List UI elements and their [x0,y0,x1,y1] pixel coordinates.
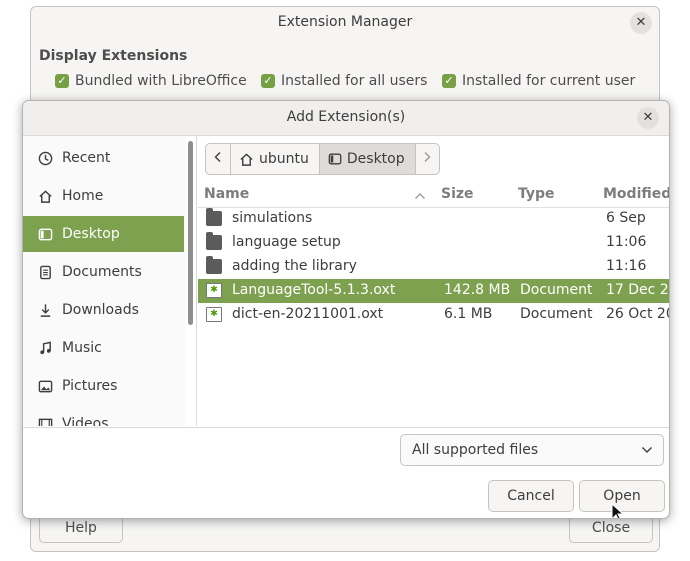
extension-file-icon: ✱ [206,283,222,298]
path-segment-label: ubuntu [259,151,309,167]
file-name: simulations [232,210,313,226]
chevron-right-icon [422,151,432,167]
folder-icon [206,232,222,250]
dialog-title: Add Extension(s) [286,109,406,125]
checkbox-label: Bundled with LibreOffice [75,73,247,89]
extension-manager-titlebar: Extension Manager ✕ [31,7,659,39]
file-list: Name Size Type Modified simulations 6 Se… [198,181,669,427]
mouse-cursor-icon [611,502,625,518]
file-modified: 6 Sep [606,210,646,226]
extension-file-icon: ✱ [206,307,222,322]
pictures-icon [37,378,53,394]
file-modified: 17 Dec 2020 [606,282,669,298]
file-row[interactable]: simulations 6 Sep [198,207,669,231]
sidebar-item-videos[interactable]: Videos [23,406,184,426]
list-divider [23,427,669,428]
file-row[interactable]: ✱ dict-en-20211001.oxt 6.1 MB Document 2… [198,303,669,327]
file-type: Document [520,282,593,298]
path-segment-label: Desktop [346,151,405,167]
file-row[interactable]: adding the library 11:16 [198,255,669,279]
column-header-modified[interactable]: Modified [603,186,669,202]
file-name: dict-en-20211001.oxt [232,306,384,322]
file-name: LanguageTool-5.1.3.oxt [232,282,396,298]
file-size: 6.1 MB [444,306,493,322]
sidebar-item-label: Downloads [62,302,139,318]
checkbox-checked-icon[interactable]: ✓ [261,74,275,88]
path-forward-button[interactable] [415,143,440,175]
path-segment-ubuntu[interactable]: ubuntu [231,143,320,175]
video-icon [37,416,53,426]
checkbox-label: Installed for current user [462,73,636,89]
sidebar-item-label: Desktop [62,226,120,242]
path-back-button[interactable] [205,143,231,175]
filter-current-user[interactable]: ✓ Installed for current user [442,73,635,89]
path-segment-desktop[interactable]: Desktop [319,143,416,175]
sidebar-item-pictures[interactable]: Pictures [23,368,184,404]
sidebar-item-recent[interactable]: Recent [23,140,184,176]
home-icon [37,188,53,204]
sidebar-item-label: Pictures [62,378,118,394]
sidebar-item-label: Videos [62,416,109,426]
folder-icon [206,208,222,226]
path-bar: ubuntu Desktop [205,143,440,175]
sidebar-item-label: Documents [62,264,142,280]
download-icon [37,302,53,318]
window-title: Extension Manager [277,14,413,30]
file-name: adding the library [232,258,357,274]
file-list-header: Name Size Type Modified [198,181,669,208]
sidebar-item-label: Recent [62,150,111,166]
sidebar-divider [196,136,197,426]
sidebar-scrollbar[interactable] [188,141,193,325]
column-header-type[interactable]: Type [518,186,555,202]
chevron-down-icon [641,443,653,457]
sidebar-item-desktop[interactable]: Desktop [23,216,184,252]
clock-icon [37,150,53,166]
file-row[interactable]: language setup 11:06 [198,231,669,255]
checkbox-checked-icon[interactable]: ✓ [442,74,456,88]
sidebar-item-music[interactable]: Music [23,330,184,366]
sidebar-item-documents[interactable]: Documents [23,254,184,290]
file-type-filter-select[interactable]: All supported files [400,434,664,466]
desktop-icon [328,152,342,166]
file-modified: 11:06 [606,234,647,250]
filter-bundled[interactable]: ✓ Bundled with LibreOffice [55,73,247,89]
filter-all-users[interactable]: ✓ Installed for all users [261,73,427,89]
file-modified: 26 Oct 2021 [606,306,669,322]
home-icon [239,152,254,167]
file-type: Document [520,306,593,322]
desktop-icon [37,226,53,242]
close-icon[interactable]: ✕ [630,12,652,34]
dialog-titlebar: Add Extension(s) ✕ [23,101,669,136]
sidebar-item-home[interactable]: Home [23,178,184,214]
places-sidebar: Recent Home Desktop Documents Downloads [23,136,186,426]
file-name: language setup [232,234,341,250]
document-icon [37,264,53,280]
column-header-size[interactable]: Size [441,186,474,202]
folder-icon [206,256,222,274]
sidebar-item-label: Home [62,188,104,204]
section-heading: Display Extensions [39,48,188,64]
music-icon [37,340,53,356]
close-icon[interactable]: ✕ [637,107,659,129]
chevron-left-icon [213,151,223,167]
checkbox-checked-icon[interactable]: ✓ [55,74,69,88]
file-size: 142.8 MB [444,282,511,298]
checkbox-label: Installed for all users [281,73,428,89]
file-modified: 11:16 [606,258,647,274]
file-type-filter-value: All supported files [412,442,539,458]
sidebar-item-label: Music [62,340,102,356]
sidebar-item-downloads[interactable]: Downloads [23,292,184,328]
cancel-button[interactable]: Cancel [488,480,574,512]
add-extensions-dialog: Add Extension(s) ✕ Recent Home Desktop D… [22,100,670,519]
column-header-name[interactable]: Name [204,186,249,202]
sort-ascending-icon [414,188,426,204]
file-row-selected[interactable]: ✱ LanguageTool-5.1.3.oxt 142.8 MB Docume… [198,279,669,303]
